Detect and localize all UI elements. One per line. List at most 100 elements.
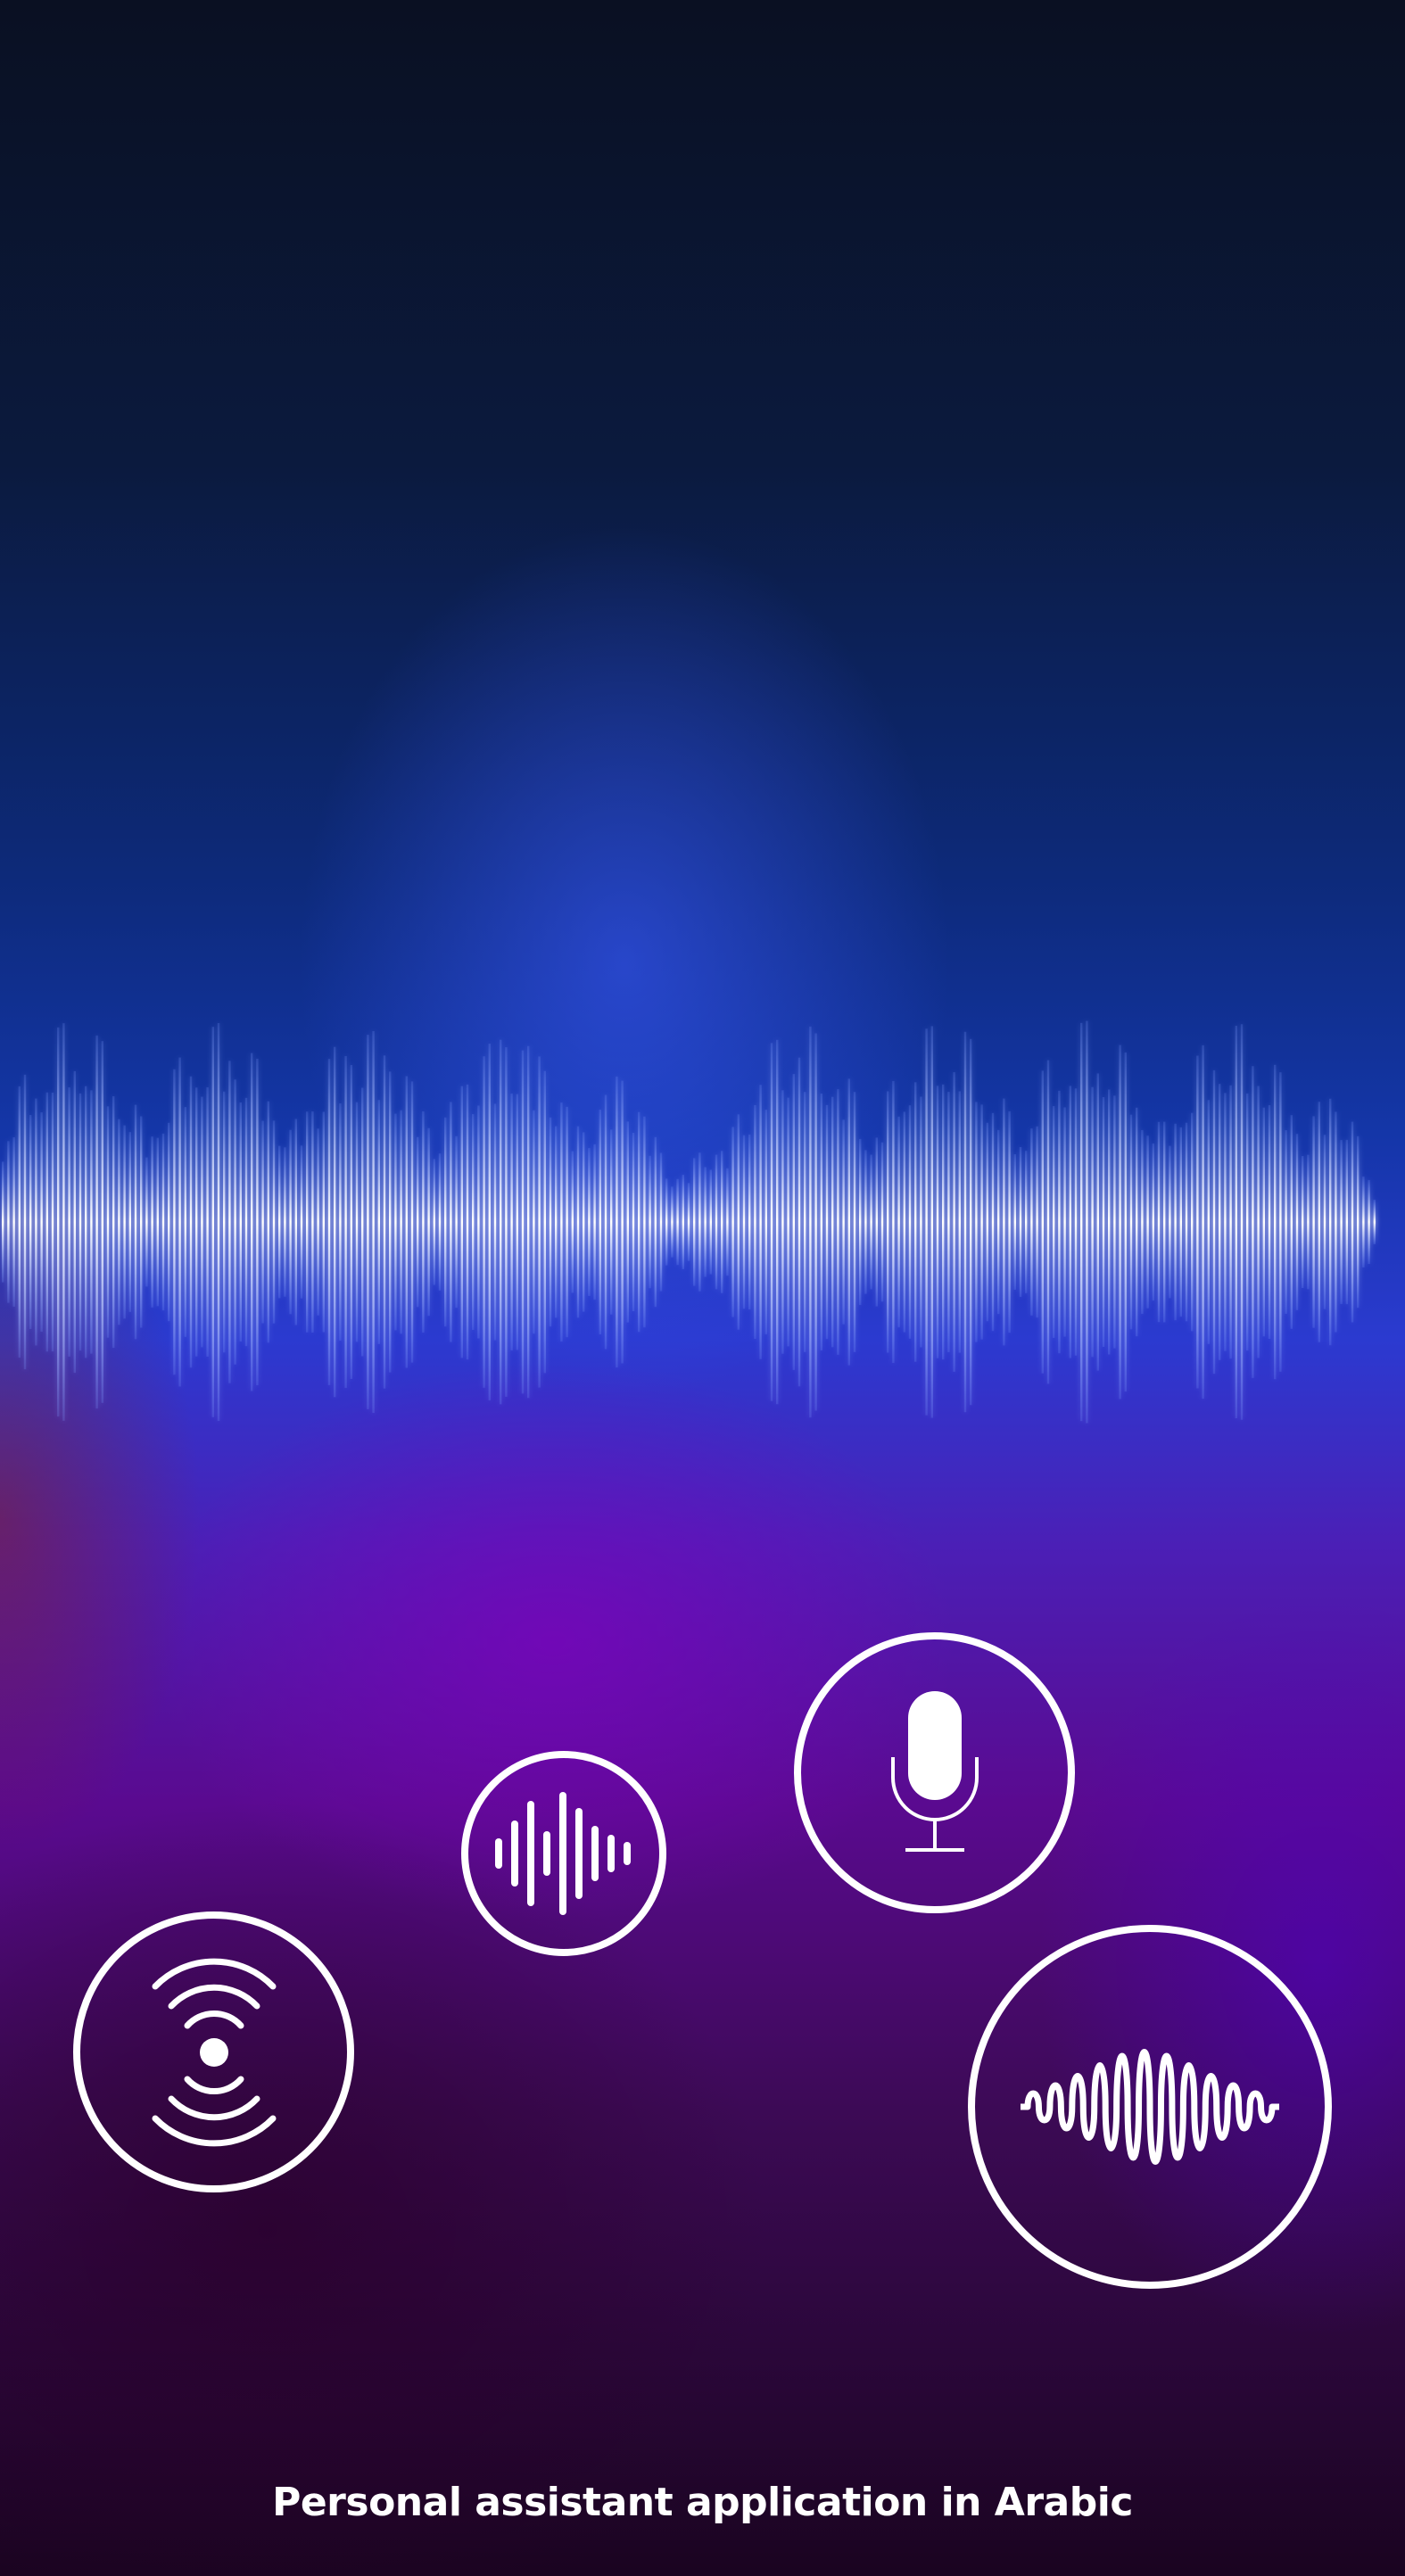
waveform-bar [1318,1102,1320,1342]
waveform-bar [7,1141,10,1303]
waveform-bar [134,1104,137,1340]
waveform-bar [1157,1121,1161,1323]
waveform-bar [1196,1055,1199,1389]
waveform-bar [610,1129,613,1315]
waveform-bar [206,1087,209,1357]
waveform-bar [599,1110,601,1334]
waveform-bar [1069,1086,1071,1358]
waveform-bar [85,1086,87,1358]
waveform-bar [256,1058,259,1386]
waveform-bar [1063,1107,1066,1337]
waveform-bar [161,1133,165,1311]
waveform-bar [327,1059,331,1385]
waveform-bar [106,1106,110,1338]
waveform-bar [223,1091,226,1353]
waveform-bar [40,1112,43,1332]
waveform-bar [958,1091,961,1353]
waveform-bar [500,1039,502,1405]
waveform-bar [383,1055,386,1389]
waveform-bar [1368,1179,1370,1265]
waveform-bar [311,1111,314,1333]
waveform-bar [1030,1128,1033,1316]
waveform-bar [1262,1107,1265,1337]
waveform-bar [704,1167,707,1277]
waveform-bar [417,1136,419,1308]
waveform-bar [1340,1140,1343,1304]
waveform-bar [676,1178,679,1266]
waveform-bar [294,1119,297,1325]
waveform-bar [29,1115,32,1329]
waveform-bar [444,1117,447,1327]
waveform-bar [1008,1110,1011,1333]
waveform-bar [1179,1127,1182,1317]
waveform-bar [45,1092,48,1352]
waveform-bar [632,1133,635,1311]
waveform-bar [1295,1134,1299,1310]
sound-wave-icon [1021,2049,1279,2165]
waveform-bar [1207,1100,1210,1344]
waveform-bar [892,1080,895,1364]
waveform-bar [140,1116,143,1328]
waveform-bar [455,1135,458,1309]
waveform-bar [1086,1020,1088,1424]
waveform-bar [1041,1070,1044,1374]
waveform-bar [588,1148,591,1296]
audio-bars-button[interactable] [461,1751,666,1956]
waveform-bar [521,1050,525,1394]
waveform-bar [638,1111,641,1333]
waveform-bar [880,1142,884,1302]
waveform-bar [23,1074,27,1370]
waveform-bar [1212,1069,1216,1375]
waveform-bar [754,1104,756,1340]
waveform-bar [1323,1135,1326,1309]
waveform-bar [372,1030,375,1414]
waveform-bar [576,1126,580,1318]
waveform-bar [1119,1044,1121,1399]
waveform-bar [616,1076,618,1368]
waveform-bar [842,1119,845,1325]
waveform-bar [35,1098,37,1346]
waveform-bar [184,1107,186,1337]
waveform-bar [1274,1064,1277,1380]
waveform-bar [1163,1121,1166,1323]
waveform-bar [671,1186,674,1258]
waveform-bar [748,1134,751,1310]
waveform-bar [887,1091,889,1353]
waveform-bar [643,1116,646,1328]
waveform-bar [18,1086,21,1358]
waveform-bar [1373,1200,1376,1244]
waveform-bar [355,1102,359,1342]
waveform-bar [1019,1147,1022,1297]
broadcast-signal-button[interactable] [73,1911,354,2192]
waveform-bar [742,1135,746,1309]
waveform-bar [1362,1177,1365,1267]
waveform-bar [1268,1105,1271,1339]
waveform-bar [825,1104,829,1340]
waveform-bar [963,1031,967,1413]
waveform-bar [68,1087,70,1357]
waveform-bar [168,1122,170,1322]
waveform-bar [128,1132,131,1312]
waveform-bar [90,1090,93,1354]
microphone-icon [890,1690,979,1852]
waveform-bar [410,1081,414,1363]
waveform-bar [317,1128,319,1316]
audio-bars-icon [495,1792,631,1915]
waveform-bar [178,1057,181,1387]
microphone-button[interactable] [794,1632,1075,1913]
waveform-bar [621,1080,624,1364]
waveform-bar [62,1023,65,1421]
waveform-bar [211,1027,214,1417]
waveform-bar [1240,1024,1244,1420]
waveform-bar [361,1087,364,1357]
sound-wave-button[interactable] [968,1925,1332,2289]
waveform-bar [527,1045,530,1399]
waveform-bar [1191,1112,1194,1332]
waveform-bar [1074,1088,1078,1356]
waveform-bar [991,1112,995,1332]
waveform-bar [389,1071,392,1373]
waveform-bar [189,1076,193,1368]
waveform-bar [173,1069,176,1375]
waveform-bar [1174,1123,1177,1321]
waveform-bar [659,1152,663,1292]
